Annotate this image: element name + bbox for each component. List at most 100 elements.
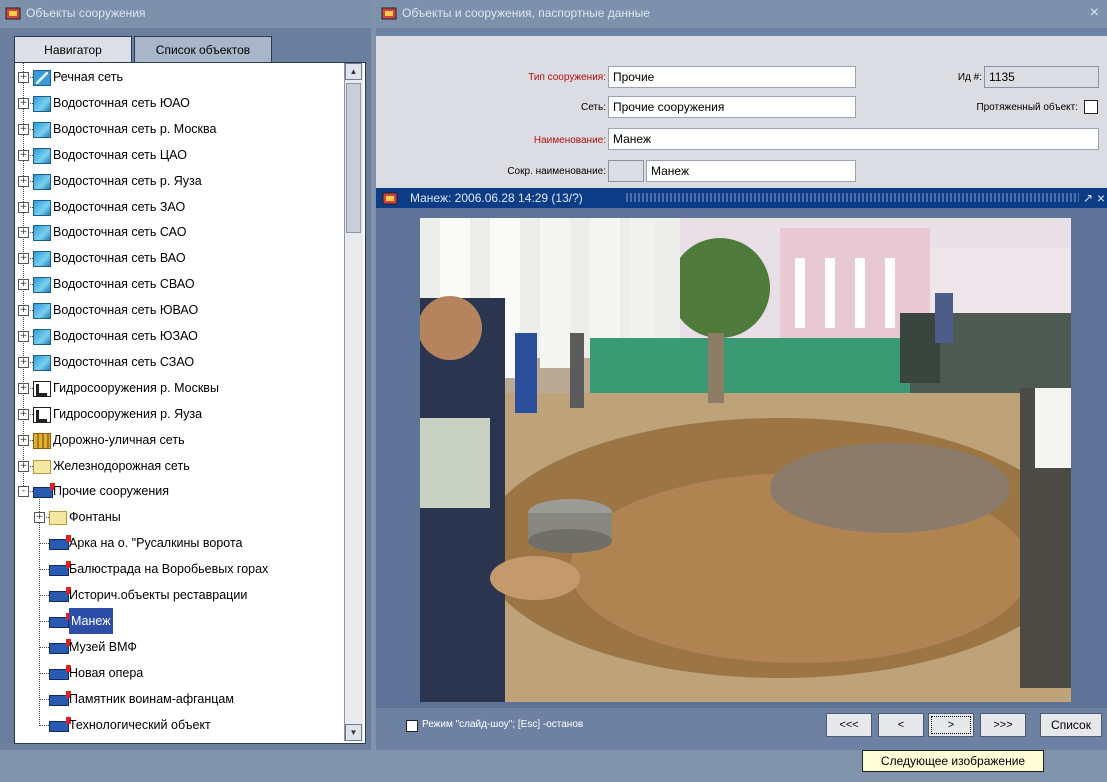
tree-item-label: Водосточная сеть СЗАО: [53, 354, 195, 369]
left-window-title: Объекты сооружения: [26, 6, 146, 20]
network-icon: [33, 329, 51, 345]
tree-item[interactable]: Балюстрада на Воробьевых горах: [15, 556, 345, 582]
close-icon[interactable]: ×: [1090, 0, 1099, 26]
tree-item[interactable]: + Железнодорожная сеть: [15, 453, 345, 479]
hydro-structure-icon: [33, 380, 51, 397]
tree-item-label: Гидросооружения р. Москвы: [53, 380, 219, 395]
extended-object-checkbox[interactable]: [1084, 100, 1098, 114]
tree-item-label: Новая опера: [69, 665, 144, 680]
expand-icon[interactable]: +: [18, 253, 29, 265]
network-label: Сеть:: [580, 102, 606, 113]
object-icon: [49, 561, 71, 577]
scroll-up-button[interactable]: ▲: [345, 63, 362, 80]
tree-item-label: Памятник воинам-афганцам: [69, 691, 234, 706]
tree-item[interactable]: + Речная сеть: [15, 64, 345, 90]
tree-item-label: Водосточная сеть СВАО: [53, 277, 195, 292]
tree-item-label: Водосточная сеть ЗАО: [53, 199, 186, 214]
list-button[interactable]: Список: [1040, 713, 1102, 737]
tree-item[interactable]: + Водосточная сеть ЮЗАО: [15, 323, 345, 349]
expand-icon[interactable]: +: [18, 175, 29, 187]
expand-icon[interactable]: +: [18, 305, 29, 317]
tree-item-label: Водосточная сеть ЦАО: [53, 147, 187, 162]
tree-item[interactable]: - Прочие сооружения: [15, 478, 345, 504]
network-field[interactable]: Прочие сооружения: [608, 96, 856, 118]
tree-item[interactable]: + Водосточная сеть САО: [15, 219, 345, 245]
pin-icon[interactable]: ↗: [1083, 188, 1093, 208]
tree-item[interactable]: Арка на о. "Русалкины ворота: [15, 530, 345, 556]
next-image-button[interactable]: >: [928, 713, 974, 737]
slideshow-checkbox[interactable]: [406, 720, 418, 732]
viewer-controls: Режим "слайд-шоу"; [Esc] -останов <<< < …: [376, 708, 1107, 744]
tree-item-label: Гидросооружения р. Яуза: [53, 406, 203, 421]
expand-icon[interactable]: +: [18, 279, 29, 291]
tree-item-label: Водосточная сеть ЮАО: [53, 95, 190, 110]
network-icon: [33, 147, 51, 164]
tree-item[interactable]: Историч.объекты реставрации: [15, 582, 345, 608]
tree-item[interactable]: + Водосточная сеть СЗАО: [15, 349, 345, 375]
tree-item[interactable]: + Фонтаны: [15, 504, 345, 530]
expand-icon[interactable]: +: [18, 356, 29, 368]
tree-item[interactable]: + Водосточная сеть р. Москва: [15, 116, 345, 142]
extended-object-label: Протяженный объект:: [976, 102, 1078, 113]
left-window-titlebar: Объекты сооружения: [0, 0, 371, 28]
expand-icon[interactable]: +: [18, 408, 29, 420]
short-name-prefix-field[interactable]: [608, 160, 644, 182]
id-field: 1135: [984, 66, 1099, 88]
tree-item-label: Историч.объекты реставрации: [69, 588, 248, 602]
close-icon[interactable]: ×: [1097, 188, 1105, 208]
object-icon: [49, 716, 71, 732]
type-field[interactable]: Прочие: [608, 66, 856, 88]
name-field[interactable]: Манеж: [608, 128, 1099, 150]
tree-item[interactable]: + Водосточная сеть ЦАО: [15, 142, 345, 168]
hydro-structure-icon: [33, 406, 51, 423]
tree-item[interactable]: + Водосточная сеть СВАО: [15, 271, 345, 297]
tree-item[interactable]: Манеж: [15, 607, 345, 634]
short-name-label: Сокр. наименование:: [507, 166, 606, 177]
tree-item[interactable]: + Водосточная сеть ЗАО: [15, 194, 345, 220]
expand-icon[interactable]: +: [34, 512, 45, 524]
object-tree[interactable]: + Речная сеть + Водосточная сеть ЮАО + Водост…: [14, 62, 366, 744]
expand-icon[interactable]: +: [18, 460, 29, 472]
tree-item-label: Дорожно-уличная сеть: [53, 432, 185, 447]
previous-image-button[interactable]: <: [878, 713, 924, 737]
tree-item[interactable]: + Дорожно-уличная сеть: [15, 427, 345, 453]
expand-icon[interactable]: +: [18, 201, 29, 213]
tree-item[interactable]: + Гидросооружения р. Москвы: [15, 375, 345, 401]
last-image-button[interactable]: >>>: [980, 713, 1026, 737]
collapse-icon[interactable]: -: [18, 486, 29, 498]
expand-icon[interactable]: +: [18, 123, 29, 135]
tree-item[interactable]: + Гидросооружения р. Яуза: [15, 401, 345, 427]
tree-item[interactable]: Памятник воинам-афганцам: [15, 686, 345, 712]
tree-item-label: Манеж: [69, 607, 113, 634]
tab-object-list[interactable]: Список объектов: [134, 36, 272, 63]
construction-photo: [420, 218, 1071, 702]
short-name-field[interactable]: Манеж: [646, 160, 856, 182]
object-icon: [49, 638, 71, 654]
expand-icon[interactable]: +: [18, 434, 29, 446]
expand-icon[interactable]: +: [18, 331, 29, 342]
id-label: Ид #:: [957, 72, 982, 83]
expand-icon[interactable]: +: [18, 97, 29, 109]
tree-item[interactable]: + Водосточная сеть р. Яуза: [15, 168, 345, 194]
object-icon: [49, 664, 71, 680]
slideshow-label: Режим "слайд-шоу"; [Esc] -останов: [422, 719, 584, 730]
expand-icon[interactable]: +: [18, 382, 29, 394]
tree-item[interactable]: + Водосточная сеть ВАО: [15, 245, 345, 271]
expand-icon[interactable]: +: [18, 149, 29, 161]
tree-item-label: Водосточная сеть ВАО: [53, 251, 186, 266]
tab-navigator[interactable]: Навигатор: [14, 36, 132, 63]
first-image-button[interactable]: <<<: [826, 713, 872, 737]
object-icon: [49, 587, 71, 602]
tree-scrollbar[interactable]: ▲ ▼: [344, 63, 363, 741]
tree-item[interactable]: Новая опера: [15, 660, 345, 686]
tree-item[interactable]: + Водосточная сеть ЮВАО: [15, 297, 345, 323]
expand-icon[interactable]: +: [18, 72, 29, 83]
tree-item[interactable]: Музей ВМФ: [15, 634, 345, 660]
road-network-icon: [33, 432, 51, 449]
tree-item[interactable]: Технологический объект: [15, 712, 345, 738]
tree-item-label: Фонтаны: [69, 510, 121, 525]
tree-item[interactable]: + Водосточная сеть ЮАО: [15, 90, 345, 116]
scroll-thumb[interactable]: [346, 83, 361, 233]
expand-icon[interactable]: +: [18, 227, 29, 239]
scroll-down-button[interactable]: ▼: [345, 724, 362, 741]
